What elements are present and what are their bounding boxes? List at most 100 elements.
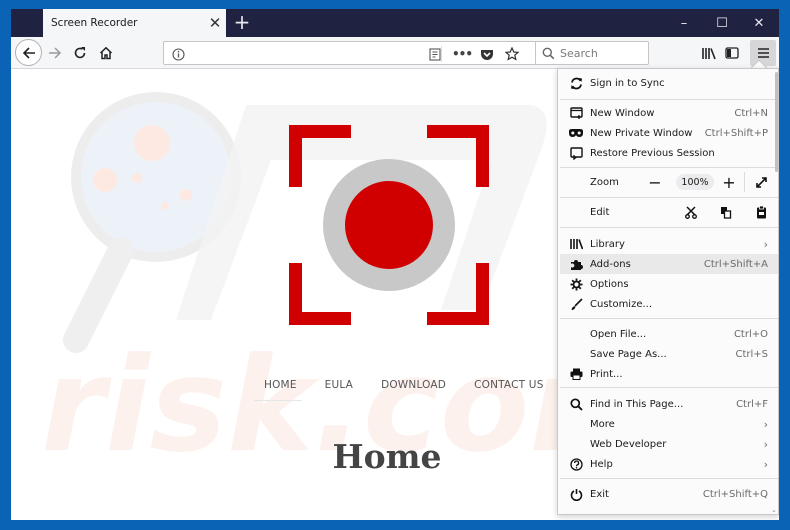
sidebar-icon — [725, 47, 739, 59]
menu-save-page-as[interactable]: Save Page As... Ctrl+S — [560, 344, 778, 364]
close-tab-icon[interactable]: ✕ — [204, 14, 226, 32]
menu-addons[interactable]: Add-ons Ctrl+Shift+A — [560, 254, 778, 274]
home-button[interactable] — [93, 40, 119, 66]
private-mask-icon — [569, 129, 583, 137]
menu-label: More — [590, 418, 615, 430]
close-window-button[interactable]: ✕ — [741, 9, 777, 37]
menu-label: Options — [590, 278, 629, 290]
cut-button[interactable] — [680, 201, 702, 223]
scissors-icon — [685, 205, 697, 219]
site-nav-download[interactable]: DOWNLOAD — [381, 379, 446, 391]
menu-shortcut: Ctrl+F — [736, 398, 768, 410]
close-icon: ✕ — [753, 15, 765, 31]
reload-button[interactable] — [67, 40, 93, 66]
menu-new-private-window[interactable]: New Private Window Ctrl+Shift+P — [560, 123, 778, 143]
zoom-divider — [744, 172, 745, 192]
help-icon — [569, 457, 583, 471]
search-icon — [569, 397, 583, 411]
url-divider — [441, 46, 442, 62]
paste-button[interactable] — [750, 201, 772, 223]
menu-new-window[interactable]: New Window Ctrl+N — [560, 103, 778, 123]
restore-session-icon — [569, 146, 583, 160]
browser-window: Screen Recorder ✕ + – ☐ ✕ ••• Search ris… — [11, 9, 779, 520]
menu-restore-session[interactable]: Restore Previous Session — [560, 143, 778, 163]
minus-icon: − — [648, 172, 662, 192]
menu-open-file[interactable]: Open File... Ctrl+O — [560, 324, 778, 344]
site-nav-home[interactable]: HOME — [264, 379, 297, 391]
menu-find-in-page[interactable]: Find in This Page... Ctrl+F — [560, 394, 778, 414]
menu-exit[interactable]: Exit Ctrl+Shift+Q — [560, 484, 778, 504]
minimize-button[interactable]: – — [666, 9, 702, 37]
logo-record-dot — [345, 181, 433, 269]
clipboard-icon — [756, 205, 766, 219]
menu-separator — [560, 167, 778, 168]
chevron-right-icon: › — [763, 237, 768, 251]
site-nav-contact-us[interactable]: CONTACT US — [474, 379, 543, 391]
chevron-right-icon: › — [763, 417, 768, 431]
tab-title: Screen Recorder — [51, 17, 138, 29]
menu-options[interactable]: Options — [560, 274, 778, 294]
reader-view-icon — [429, 47, 441, 61]
menu-label: Sign in to Sync — [590, 77, 665, 89]
zoom-in-button[interactable]: + — [718, 171, 740, 193]
library-icon — [570, 239, 583, 250]
hamburger-icon — [757, 48, 769, 58]
menu-label: Add-ons — [590, 258, 631, 270]
menu-library[interactable]: Library › — [560, 234, 778, 254]
navigation-toolbar: ••• — [11, 37, 779, 69]
scroll-down-arrow-icon[interactable]: ⌄ — [771, 506, 779, 514]
pocket-icon — [481, 49, 493, 60]
bookmark-button[interactable] — [503, 45, 521, 63]
menu-more[interactable]: More › — [560, 414, 778, 434]
menu-shortcut: Ctrl+Shift+A — [703, 258, 768, 270]
tab-strip: Screen Recorder ✕ + – ☐ ✕ — [11, 9, 779, 37]
library-button[interactable] — [695, 40, 721, 66]
site-navigation: HOME EULA DOWNLOAD CONTACT US — [264, 379, 544, 391]
menu-separator — [560, 387, 778, 388]
fullscreen-button[interactable] — [750, 171, 772, 193]
menu-label: Restore Previous Session — [590, 147, 715, 159]
search-bar[interactable] — [535, 41, 649, 65]
menu-separator — [560, 478, 778, 479]
menu-customize[interactable]: Customize... — [560, 294, 778, 314]
page-scrollbar-thumb[interactable] — [775, 72, 778, 172]
menu-shortcut: Ctrl+Shift+P — [704, 127, 768, 139]
menu-label: Library — [590, 238, 625, 250]
menu-sign-in-sync[interactable]: Sign in to Sync — [560, 73, 778, 93]
plus-icon: + — [722, 172, 736, 192]
menu-label: Print... — [590, 368, 623, 380]
puzzle-piece-icon — [570, 259, 583, 270]
tab-screen-recorder[interactable]: Screen Recorder ✕ — [43, 9, 226, 37]
copy-button[interactable] — [715, 201, 737, 223]
reload-icon — [74, 47, 86, 59]
back-button[interactable] — [15, 39, 42, 66]
paintbrush-icon — [571, 297, 583, 310]
site-info-button[interactable] — [169, 45, 187, 63]
sidebar-button[interactable] — [719, 40, 745, 66]
maximize-button[interactable]: ☐ — [704, 9, 740, 37]
site-nav-eula[interactable]: EULA — [325, 379, 353, 391]
app-menu-panel: Sign in to Sync New Window Ctrl+N New Pr… — [557, 68, 779, 515]
forward-button[interactable] — [42, 40, 68, 66]
menu-shortcut: Ctrl+S — [735, 348, 768, 360]
menu-print[interactable]: Print... — [560, 364, 778, 384]
home-icon — [99, 46, 113, 60]
chevron-right-icon: › — [763, 437, 768, 451]
zoom-out-button[interactable]: − — [644, 171, 666, 193]
sync-icon — [570, 77, 582, 89]
search-input[interactable] — [560, 46, 640, 60]
pocket-button[interactable] — [478, 45, 496, 63]
address-bar[interactable]: ••• — [163, 41, 540, 65]
power-icon — [570, 488, 582, 501]
zoom-reset-button[interactable]: 100% — [676, 174, 714, 190]
menu-web-developer[interactable]: Web Developer › — [560, 434, 778, 454]
info-icon — [171, 47, 185, 61]
menu-shortcut: Ctrl+Shift+Q — [702, 488, 768, 500]
menu-help[interactable]: Help › — [560, 454, 778, 474]
star-icon — [505, 47, 519, 61]
new-tab-button[interactable]: + — [230, 11, 254, 35]
open-menu-button[interactable] — [750, 40, 776, 66]
arrow-right-icon — [49, 47, 62, 59]
page-actions-button[interactable]: ••• — [452, 45, 473, 63]
minimize-icon: – — [680, 15, 688, 31]
